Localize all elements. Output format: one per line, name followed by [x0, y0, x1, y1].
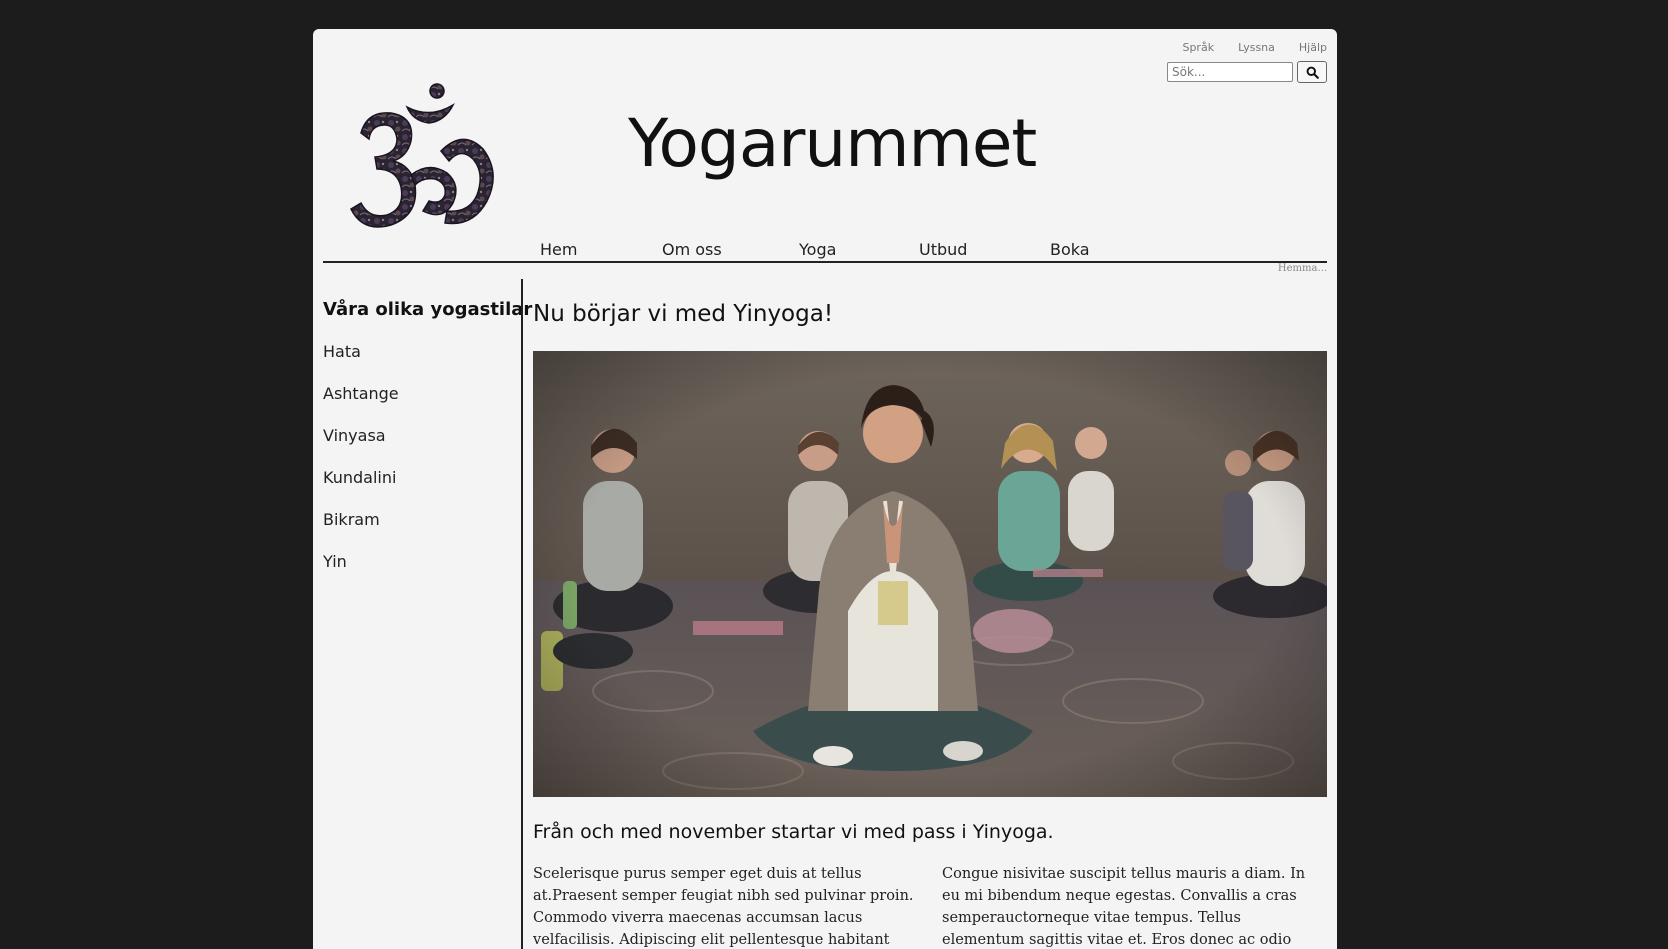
sidebar-divider	[521, 279, 523, 949]
search-input[interactable]	[1167, 62, 1293, 82]
nav-home[interactable]: Hem	[540, 240, 577, 259]
main-nav: Hem Om oss Yoga Utbud Boka	[323, 237, 1327, 263]
article-column-2: Congue nisivitae suscipit tellus mauris …	[942, 866, 1306, 948]
article-subheading: Från och med november startar vi med pas…	[533, 821, 1054, 843]
help-link[interactable]: Hjälp	[1299, 41, 1327, 54]
om-logo[interactable]	[345, 77, 495, 237]
page-container: Språk Lyssna Hjälp Sök... Yogarummet Hem…	[313, 29, 1337, 949]
sidebar-heading: Våra olika yogastilar	[323, 299, 533, 320]
sidebar: Våra olika yogastilar Hata Ashtange Viny…	[323, 279, 533, 594]
article-heading: Nu börjar vi med Yinyoga!	[533, 301, 834, 327]
nav-book[interactable]: Boka	[1050, 240, 1090, 259]
search-icon	[1306, 66, 1319, 79]
article-column-1: Scelerisque purus semper eget duis at te…	[533, 866, 914, 948]
yoga-class-photo	[533, 351, 1327, 797]
search-button[interactable]	[1297, 61, 1327, 83]
language-link[interactable]: Språk	[1182, 41, 1214, 54]
nav-offerings[interactable]: Utbud	[919, 240, 967, 259]
nav-yoga[interactable]: Yoga	[799, 240, 836, 259]
sidebar-item-kundalini[interactable]: Kundalini	[323, 468, 513, 489]
nav-about[interactable]: Om oss	[662, 240, 722, 259]
listen-link[interactable]: Lyssna	[1238, 41, 1275, 54]
sidebar-item-yin[interactable]: Yin	[323, 552, 513, 573]
utility-links: Språk Lyssna Hjälp	[1158, 41, 1327, 54]
search-form	[1167, 61, 1327, 83]
sidebar-item-vinyasa[interactable]: Vinyasa	[323, 426, 513, 447]
site-title[interactable]: Yogarummet	[628, 105, 1037, 182]
sidebar-item-hata[interactable]: Hata	[323, 342, 513, 363]
sidebar-item-bikram[interactable]: Bikram	[323, 510, 513, 531]
article-columns: Scelerisque purus semper eget duis at te…	[533, 863, 1327, 949]
sidebar-item-ashtange[interactable]: Ashtange	[323, 384, 513, 405]
breadcrumb[interactable]: Hemma...	[1278, 263, 1327, 274]
